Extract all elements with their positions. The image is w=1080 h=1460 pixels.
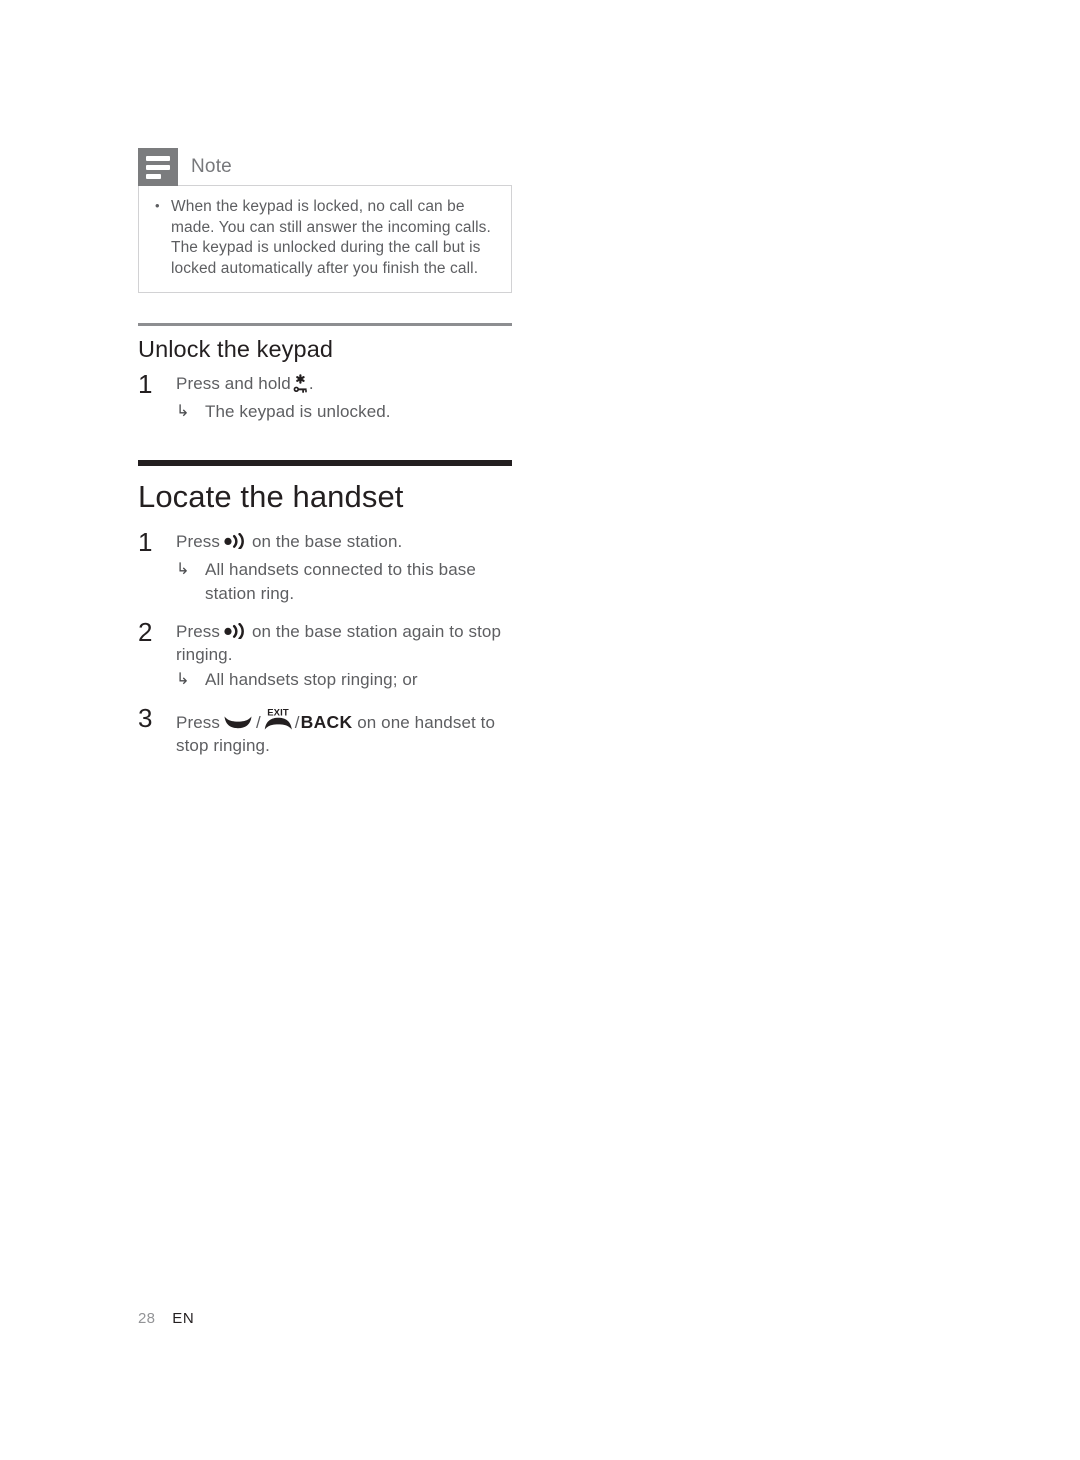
- note-body: When the keypad is locked, no call can b…: [138, 185, 512, 293]
- note-icon-bar-2: [146, 164, 170, 170]
- step-result: ↳ All handsets connected to this base st…: [138, 558, 512, 606]
- step-number: 1: [138, 526, 153, 557]
- exit-handset-icon: EXIT: [264, 706, 292, 732]
- step-result: ↳ All handsets stop ringing; or: [138, 668, 512, 692]
- step-number: 1: [138, 368, 153, 399]
- page-language: EN: [172, 1310, 195, 1327]
- note-bullet-list: When the keypad is locked, no call can b…: [149, 196, 497, 279]
- result-text: All handsets connected to this base stat…: [205, 559, 476, 603]
- step-text: Press / EXIT/BACK on one handset to stop r…: [176, 707, 495, 755]
- step-text-before: Press and hold: [176, 373, 291, 393]
- note-bullet-item: When the keypad is locked, no call can b…: [149, 196, 497, 279]
- paging-icon: [223, 622, 249, 639]
- locate-handset-heading: Locate the handset: [138, 478, 404, 514]
- result-arrow-icon: ↳: [176, 558, 190, 578]
- step-text-after: on the base station.: [251, 531, 403, 551]
- content-column: Note When the keypad is locked, no call …: [138, 148, 512, 757]
- paging-icon: [223, 532, 249, 549]
- step-text: Press and hold.: [176, 374, 314, 393]
- page-footer: 28 EN: [138, 1310, 194, 1327]
- step-item: 3 Press / EXIT/BACK on one handset to stop…: [138, 702, 512, 757]
- result-arrow-icon: ↳: [176, 400, 190, 420]
- step-number: 2: [138, 616, 153, 647]
- note-icon-bar-3: [146, 173, 161, 179]
- document-page: Note When the keypad is locked, no call …: [0, 0, 1080, 1460]
- step-text: Press on the base station.: [176, 532, 402, 551]
- section-divider-thin: [138, 323, 512, 326]
- note-callout: Note When the keypad is locked, no call …: [138, 148, 512, 293]
- step-text-before: Press: [176, 621, 220, 641]
- page-number: 28: [138, 1310, 156, 1327]
- step-item: 1 Press on the base station.: [138, 526, 512, 557]
- svg-text:EXIT: EXIT: [267, 707, 289, 718]
- section-divider-thick: [138, 459, 512, 466]
- note-icon-bar-1: [146, 155, 170, 161]
- locate-handset-steps: 1 Press on the base station. ↳ All handse…: [138, 526, 512, 757]
- unlock-keypad-heading: Unlock the keypad: [138, 335, 334, 362]
- note-title: Note: [191, 156, 232, 177]
- icon-separator: /: [255, 712, 261, 732]
- icon-separator: /: [294, 712, 300, 732]
- note-lines-icon: [138, 148, 178, 186]
- step-number: 3: [138, 702, 153, 733]
- unlock-keypad-steps: 1 Press and hold. ↳ The keypad is unlock…: [138, 368, 512, 424]
- result-text: The keypad is unlocked.: [205, 401, 391, 421]
- step-text-before: Press: [176, 712, 220, 732]
- back-key-label: BACK: [300, 711, 353, 732]
- star-key-icon: [293, 373, 308, 394]
- step-text-after: .: [308, 373, 314, 393]
- step-text-before: Press: [176, 531, 220, 551]
- step-result: ↳ The keypad is unlocked.: [138, 400, 512, 424]
- step-item: 2 Press on the base station again to stop…: [138, 616, 512, 666]
- step-text: Press on the base station again to stop r…: [176, 622, 501, 664]
- talk-handset-icon: [223, 715, 253, 730]
- note-header: Note: [138, 148, 512, 186]
- result-text: All handsets stop ringing; or: [205, 669, 418, 689]
- result-arrow-icon: ↳: [176, 668, 190, 688]
- step-item: 1 Press and hold.: [138, 368, 512, 399]
